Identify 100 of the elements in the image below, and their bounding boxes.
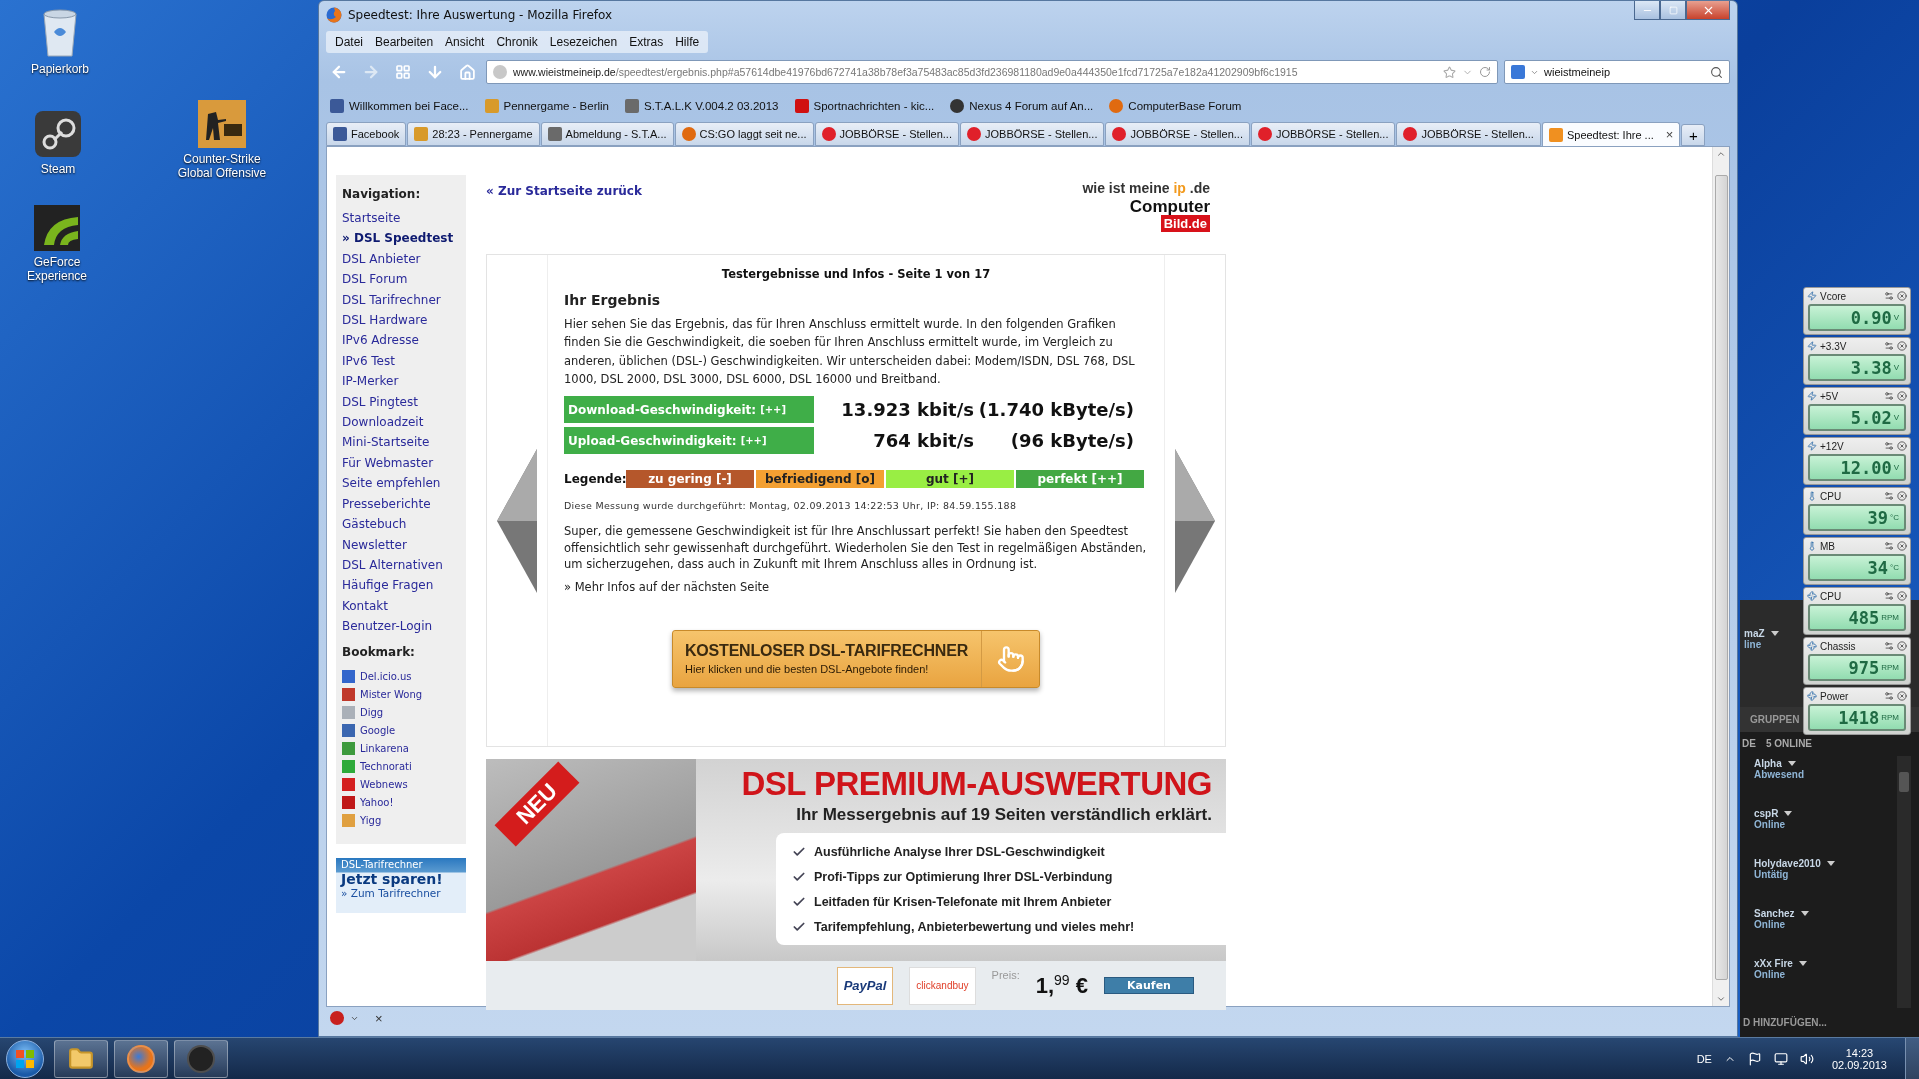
- share-link[interactable]: Yigg: [360, 815, 382, 827]
- adblock-icon[interactable]: [330, 1011, 344, 1025]
- browser-tab[interactable]: JOBBÖRSE - Stellen...: [1396, 122, 1541, 146]
- more-info-link[interactable]: » Mehr Infos auf der nächsten Seite: [564, 579, 1148, 594]
- menu-item[interactable]: Chronik: [490, 32, 544, 52]
- browser-tab[interactable]: Abmeldung - S.T.A...: [540, 122, 674, 146]
- close-addon-bar-button[interactable]: ×: [375, 1010, 383, 1026]
- nav-link[interactable]: DSL Hardware: [342, 312, 460, 329]
- scrollbar-thumb[interactable]: [1899, 771, 1909, 792]
- share-link[interactable]: Del.icio.us: [360, 671, 412, 683]
- search-icon[interactable]: [1710, 65, 1723, 79]
- language-indicator[interactable]: DE: [1696, 1052, 1712, 1065]
- taskbar-app-button[interactable]: [114, 1039, 168, 1078]
- friend-name[interactable]: cspR: [1754, 807, 1793, 819]
- menu-item[interactable]: Bearbeiten: [369, 32, 440, 52]
- friend-name[interactable]: xXx Fire: [1754, 957, 1807, 969]
- close-icon[interactable]: [1897, 591, 1907, 601]
- menu-item[interactable]: Extras: [623, 32, 670, 52]
- friend-name[interactable]: Sanchez: [1754, 907, 1809, 919]
- nav-link[interactable]: Für Webmaster: [342, 454, 460, 472]
- browser-tab[interactable]: Facebook: [326, 122, 407, 146]
- network-icon[interactable]: [1773, 1051, 1788, 1066]
- buy-button[interactable]: Kaufen: [1104, 977, 1194, 994]
- close-icon[interactable]: [1897, 291, 1907, 301]
- share-link[interactable]: Digg: [360, 707, 384, 719]
- share-link[interactable]: Linkarena: [360, 743, 409, 755]
- nav-link[interactable]: Gästebuch: [342, 516, 460, 533]
- settings-icon[interactable]: [1884, 591, 1894, 601]
- scrollbar[interactable]: [1712, 147, 1729, 1006]
- settings-icon[interactable]: [1884, 541, 1894, 551]
- close-icon[interactable]: [1897, 691, 1907, 701]
- settings-icon[interactable]: [1884, 291, 1894, 301]
- app-icon[interactable]: [34, 205, 80, 251]
- close-icon[interactable]: [1897, 541, 1907, 551]
- start-button[interactable]: [6, 1039, 44, 1078]
- back-link[interactable]: « Zur Startseite zurück: [486, 184, 642, 198]
- menu-item[interactable]: Ansicht: [439, 32, 491, 52]
- maximize-button[interactable]: [1660, 1, 1686, 20]
- close-icon[interactable]: [1897, 641, 1907, 651]
- browser-tab[interactable]: JOBBÖRSE - Stellen...: [960, 122, 1105, 146]
- bookmark-link[interactable]: S.T.A.L.K V.004.2 03.2013: [625, 99, 779, 113]
- close-icon[interactable]: [1897, 491, 1907, 501]
- settings-icon[interactable]: [1884, 341, 1894, 351]
- nav-link[interactable]: Seite empfehlen: [342, 475, 460, 492]
- taskbar-app-button[interactable]: [174, 1039, 228, 1078]
- close-icon[interactable]: [1897, 341, 1907, 351]
- browser-tab[interactable]: 28:23 - Pennergame: [407, 122, 540, 146]
- browser-tab[interactable]: JOBBÖRSE - Stellen...: [1105, 122, 1250, 146]
- reload-icon[interactable]: [1479, 66, 1491, 78]
- scroll-down-icon[interactable]: [1716, 994, 1726, 1004]
- app-icon[interactable]: [34, 110, 82, 158]
- nav-link[interactable]: DSL Forum: [342, 271, 460, 288]
- groups-tab[interactable]: GRUPPEN: [1750, 713, 1800, 725]
- browser-tab[interactable]: Speedtest: Ihre ... ×: [1541, 122, 1681, 146]
- settings-icon[interactable]: [1884, 491, 1894, 501]
- menu-item[interactable]: Hilfe: [669, 32, 706, 52]
- minimize-button[interactable]: [1634, 1, 1660, 20]
- nav-link[interactable]: Newsletter: [342, 536, 460, 553]
- promo-link[interactable]: » Zum Tarifrechner: [341, 886, 461, 899]
- scrollbar[interactable]: [1897, 755, 1911, 1008]
- bookmark-link[interactable]: ComputerBase Forum: [1109, 99, 1242, 113]
- add-friend-link[interactable]: D HINZUFÜGEN...: [1743, 1016, 1827, 1028]
- nav-link[interactable]: Mini-Startseite: [342, 434, 460, 451]
- close-icon[interactable]: [1897, 441, 1907, 451]
- settings-icon[interactable]: [1884, 641, 1894, 651]
- profile-name[interactable]: maZ: [1744, 628, 1779, 639]
- share-link[interactable]: Webnews: [360, 779, 408, 791]
- trash-bin-icon[interactable]: [40, 8, 80, 58]
- browser-tab[interactable]: JOBBÖRSE - Stellen...: [1250, 122, 1396, 146]
- menu-item[interactable]: Lesezeichen: [543, 32, 624, 52]
- nav-link[interactable]: Häufige Fragen: [342, 577, 460, 594]
- nav-link[interactable]: Kontakt: [342, 597, 460, 615]
- share-link[interactable]: Google: [360, 725, 396, 737]
- share-link[interactable]: Mister Wong: [360, 689, 423, 701]
- nav-link[interactable]: Downloadzeit: [342, 414, 460, 431]
- bookmark-link[interactable]: Nexus 4 Forum auf An...: [950, 99, 1094, 113]
- share-link[interactable]: Technorati: [360, 761, 412, 773]
- bookmark-link[interactable]: Willkommen bei Face...: [330, 99, 469, 113]
- settings-icon[interactable]: [1884, 441, 1894, 451]
- taskbar-app-button[interactable]: [54, 1039, 108, 1078]
- premium-banner[interactable]: [486, 759, 1226, 1010]
- nav-link[interactable]: DSL Anbieter: [342, 250, 460, 268]
- flag-icon[interactable]: [1747, 1051, 1762, 1066]
- nav-link[interactable]: IP-Merker: [342, 373, 460, 390]
- settings-icon[interactable]: [1884, 691, 1894, 701]
- close-button[interactable]: [1686, 1, 1730, 20]
- nav-link[interactable]: DSL Alternativen: [342, 556, 460, 574]
- nav-link[interactable]: » DSL Speedtest: [342, 230, 460, 247]
- promo-banner[interactable]: DSL-Tarifrechner Jetzt sparen! » Zum Tarifrechner: [336, 857, 466, 913]
- address-field[interactable]: www.wieistmeineip.de/speedtest/ergebnis.php#a57614dbe41976bd672741a38b78ef3a75483ac85d3fd236981180ad9e0a444350e1fcd71725a7e182a41202909bf6c1915: [486, 60, 1498, 84]
- share-link[interactable]: Yahoo!: [360, 797, 394, 809]
- scroll-up-icon[interactable]: [1716, 149, 1726, 159]
- search-field[interactable]: wieistmeineip: [1504, 60, 1730, 84]
- clock-date[interactable]: 02.09.2013: [1831, 1058, 1887, 1071]
- bookmark-link[interactable]: Pennergame - Berlin: [484, 99, 609, 113]
- star-icon[interactable]: [1443, 65, 1456, 79]
- nav-link[interactable]: Benutzer-Login: [342, 618, 460, 635]
- nav-link[interactable]: DSL Pingtest: [342, 393, 460, 411]
- nav-link[interactable]: IPv6 Adresse: [342, 332, 460, 349]
- nav-link[interactable]: Startseite: [342, 210, 460, 227]
